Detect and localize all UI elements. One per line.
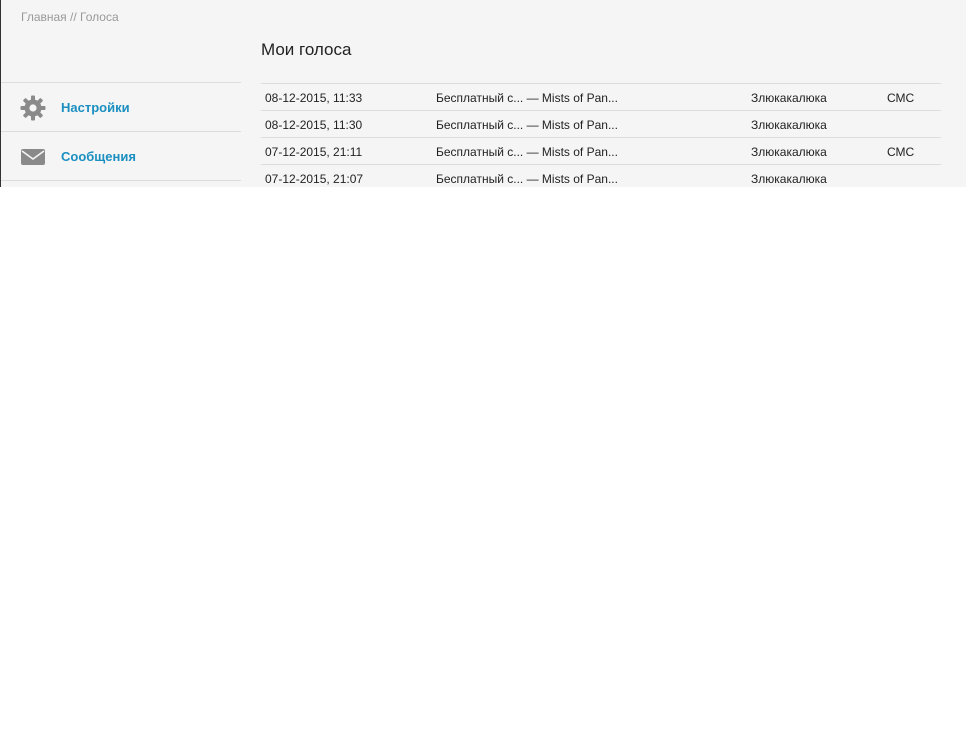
sidebar-item-settings-label: Настройки <box>61 100 130 115</box>
gear-icon <box>20 95 46 121</box>
vote-type: СМС <box>887 91 915 105</box>
vote-user: Злюкакалюка <box>751 118 827 132</box>
sidebar-item-messages[interactable]: Сообщения <box>1 131 241 181</box>
vote-item-link[interactable]: Бесплатный с... — Mists of Pan... <box>436 145 618 159</box>
sidebar-item-messages-label: Сообщения <box>61 149 136 164</box>
content-panel: Главная // Голоса Настройки Сообщения Мо… <box>0 0 966 187</box>
vote-date: 08-12-2015, 11:33 <box>265 91 363 105</box>
vote-row: 07-12-2015, 21:07 Бесплатный с... — Mist… <box>261 165 941 187</box>
votes-list: 08-12-2015, 11:33 Бесплатный с... — Mist… <box>261 83 941 187</box>
vote-row: 07-12-2015, 21:11 Бесплатный с... — Mist… <box>261 138 941 165</box>
envelope-icon <box>21 149 45 165</box>
vote-date: 07-12-2015, 21:11 <box>265 145 363 159</box>
vote-item-link[interactable]: Бесплатный с... — Mists of Pan... <box>436 91 618 105</box>
vote-row: 08-12-2015, 11:30 Бесплатный с... — Mist… <box>261 111 941 138</box>
breadcrumb-home-link[interactable]: Главная <box>21 10 67 24</box>
breadcrumb-separator: // <box>70 10 77 24</box>
vote-row: 08-12-2015, 11:33 Бесплатный с... — Mist… <box>261 84 941 111</box>
vote-date: 08-12-2015, 11:30 <box>265 118 363 132</box>
vote-user: Злюкакалюка <box>751 172 827 186</box>
breadcrumb: Главная // Голоса <box>21 10 119 24</box>
sidebar: Настройки Сообщения <box>1 82 241 181</box>
vote-date: 07-12-2015, 21:07 <box>265 172 364 186</box>
vote-type: СМС <box>887 145 915 159</box>
sidebar-item-settings[interactable]: Настройки <box>1 82 241 131</box>
page-title: Мои голоса <box>261 40 352 59</box>
vote-item-link[interactable]: Бесплатный с... — Mists of Pan... <box>436 172 618 186</box>
vote-item-link[interactable]: Бесплатный с... — Mists of Pan... <box>436 118 618 132</box>
vote-user: Злюкакалюка <box>751 145 827 159</box>
breadcrumb-current: Голоса <box>80 10 119 24</box>
vote-user: Злюкакалюка <box>751 91 827 105</box>
